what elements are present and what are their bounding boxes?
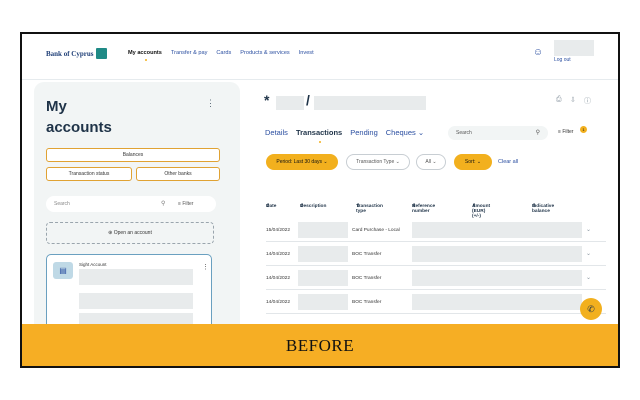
row-date: 14/04/2022	[266, 276, 291, 281]
nav-invest[interactable]: Invest	[299, 50, 314, 56]
tab-details[interactable]: Details	[265, 128, 288, 137]
row-type: BOC Transfer	[352, 252, 382, 257]
row-description-redacted	[298, 270, 348, 286]
transactions-table-header: Date ⇕ Description ⇕ Transaction type ⇕ …	[266, 204, 606, 219]
search-icon: ⚲	[161, 201, 166, 207]
other-banks-button[interactable]: Other banks	[136, 167, 220, 181]
row-type: BOC Transfer	[352, 300, 382, 305]
row-details-redacted	[412, 270, 582, 286]
brand-name: Bank of Cyprus	[46, 49, 94, 58]
contact-phone-button[interactable]: ✆	[580, 298, 602, 320]
before-banner: BEFORE	[22, 324, 618, 366]
top-navigation: Bank of Cyprus My accounts Transfer & pa…	[22, 34, 618, 80]
account-id-redacted	[276, 96, 304, 110]
open-account-label: Open an account	[113, 230, 152, 236]
balances-button[interactable]: Balances	[46, 148, 220, 162]
row-type: BOC Transfer	[352, 276, 382, 281]
row-date: 14/04/2022	[266, 252, 291, 257]
account-title-prefix: *	[264, 92, 270, 108]
brand-logo[interactable]: Bank of Cyprus	[46, 48, 108, 59]
account-search-input[interactable]: Search ⚲ ≡ Filter	[46, 196, 216, 212]
column-description[interactable]: Description ⇕	[300, 204, 326, 209]
all-filter[interactable]: All ⌄	[416, 154, 446, 170]
logout-link[interactable]: Log out	[554, 57, 571, 63]
account-iban-redacted	[314, 96, 426, 110]
sort-filter-chip[interactable]: Sort: ⌄	[454, 154, 492, 170]
page-title: My accounts	[46, 98, 112, 136]
row-date: 15/04/2022	[266, 228, 291, 233]
nav-my-accounts[interactable]: My accounts	[128, 50, 162, 61]
table-row[interactable]: 14/04/2022 BOC Transfer ⌄	[266, 242, 606, 266]
user-name-redacted	[554, 40, 594, 56]
account-search-placeholder: Search	[54, 201, 70, 207]
search-icon: ⚲	[535, 130, 540, 136]
transactions-search-input[interactable]: Search ⚲	[448, 126, 548, 140]
column-date[interactable]: Date ⇕	[266, 204, 276, 209]
account-balance-redacted	[79, 293, 193, 309]
download-icon[interactable]: ⇩	[570, 96, 576, 104]
help-icon[interactable]: ⓘ	[584, 96, 591, 106]
column-indicative-balance[interactable]: Indicative balance ⇕	[532, 204, 554, 214]
main-nav: My accounts Transfer & pay Cards Product…	[128, 50, 314, 61]
row-description-redacted	[298, 246, 348, 262]
expand-icon[interactable]: ⌄	[586, 250, 591, 257]
row-description-redacted	[298, 294, 348, 310]
filter-count-badge: 1	[580, 126, 587, 133]
plus-icon: ⊕	[108, 230, 113, 236]
column-amount[interactable]: Amount (EUR) (+/-) ⇕	[472, 204, 490, 219]
table-row[interactable]: 15/04/2022 Card Purchase - Local ⌄	[266, 218, 606, 242]
account-title-separator: /	[306, 92, 310, 108]
nav-cards[interactable]: Cards	[216, 50, 231, 56]
transactions-filter-button[interactable]: ≡ Filter	[558, 129, 573, 135]
nav-products-services[interactable]: Products & services	[240, 50, 289, 56]
expand-icon[interactable]: ⌄	[586, 274, 591, 281]
row-details-redacted	[412, 246, 582, 262]
clear-all-link[interactable]: Clear all	[498, 159, 518, 165]
account-number-redacted	[79, 269, 193, 285]
nav-transfer-pay[interactable]: Transfer & pay	[171, 50, 207, 56]
tab-pending[interactable]: Pending	[350, 128, 378, 137]
user-icon[interactable]: ☺	[532, 47, 544, 59]
row-description-redacted	[298, 222, 348, 238]
brand-mark-icon	[96, 48, 108, 59]
transaction-status-button[interactable]: Transaction status	[46, 167, 132, 181]
phone-icon: ✆	[587, 304, 595, 314]
column-reference-number[interactable]: Reference number ⇕	[412, 204, 435, 214]
account-name: Sight Account	[79, 262, 107, 267]
row-details-redacted	[412, 222, 582, 238]
expand-icon[interactable]: ⌄	[586, 226, 591, 233]
tab-transactions[interactable]: Transactions	[296, 128, 342, 143]
open-account-button[interactable]: ⊕ Open an account	[46, 222, 214, 244]
column-transaction-type[interactable]: Transaction type ⇕	[356, 204, 383, 214]
print-icon[interactable]: ⎙	[556, 96, 562, 104]
account-card-icon: ▤	[53, 262, 73, 279]
table-row[interactable]: 14/04/2022 BOC Transfer ⌄	[266, 266, 606, 290]
screenshot-frame: Bank of Cyprus My accounts Transfer & pa…	[20, 32, 620, 368]
table-row[interactable]: 14/04/2022 BOC Transfer	[266, 290, 606, 314]
row-details-redacted	[412, 294, 582, 310]
transactions-search-placeholder: Search	[456, 130, 472, 136]
account-tabs: Details Transactions Pending Cheques ⌄	[265, 128, 424, 143]
account-menu-icon[interactable]: ⋮	[202, 263, 209, 271]
chevron-down-icon: ⌄	[417, 128, 425, 137]
row-date: 14/04/2022	[266, 300, 291, 305]
period-filter-chip[interactable]: Period: Last 30 days ⌄	[266, 154, 338, 170]
more-options-icon[interactable]: ⋮	[206, 98, 215, 109]
account-filter-button[interactable]: ≡ Filter	[178, 196, 193, 212]
row-type: Card Purchase - Local	[352, 228, 400, 233]
transaction-type-filter[interactable]: Transaction Type ⌄	[346, 154, 410, 170]
tab-cheques[interactable]: Cheques ⌄	[386, 128, 424, 137]
